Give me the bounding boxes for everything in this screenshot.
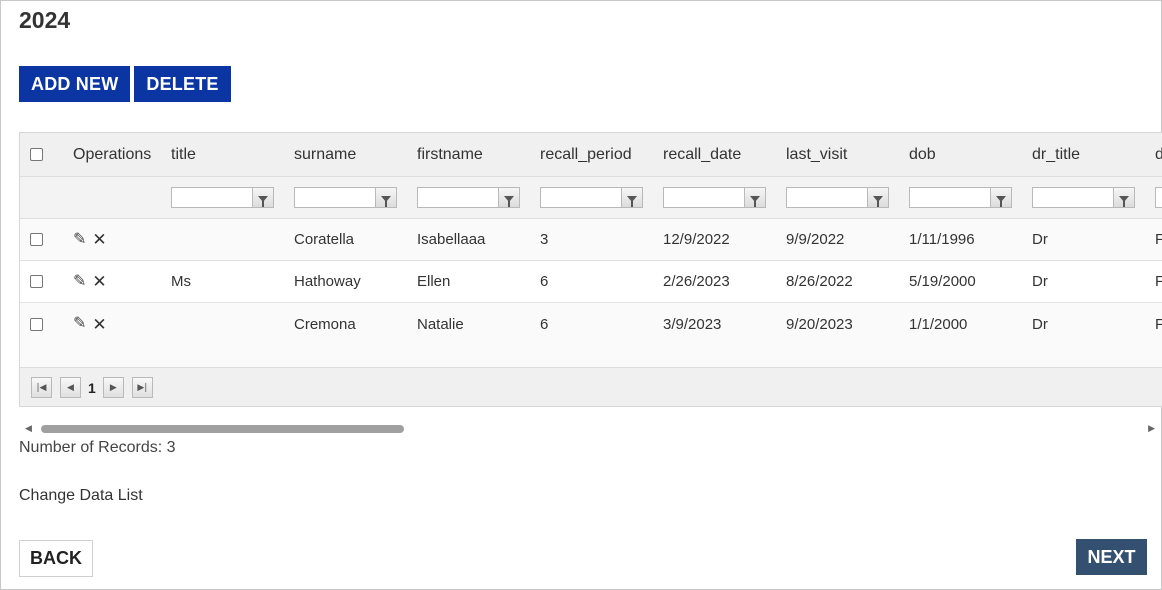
cell-surname: Hathoway [294, 273, 361, 290]
next-page-icon[interactable]: ▶ [102, 377, 124, 398]
record-count: Number of Records: 3 [19, 439, 176, 456]
cell-recall-date: 12/9/2022 [663, 231, 730, 248]
column-header-last-visit[interactable]: last_visit [786, 133, 847, 176]
prev-page-icon[interactable]: ◀ [60, 377, 81, 398]
column-header-surname[interactable]: surname [294, 133, 356, 176]
filter-input-firstname[interactable] [417, 187, 499, 208]
cell-extra: F [1155, 219, 1162, 260]
change-data-list-link[interactable]: Change Data List [19, 487, 143, 505]
filter-input-d[interactable] [1155, 187, 1162, 208]
cell-extra: F [1155, 303, 1162, 345]
row-checkbox[interactable] [30, 233, 43, 246]
delete-x-icon[interactable]: ✕ [92, 316, 106, 333]
horizontal-scrollbar[interactable]: ◀ ▶ [19, 421, 1162, 437]
row-checkbox[interactable] [30, 275, 43, 288]
select-all-checkbox[interactable] [30, 148, 43, 161]
app-frame: 2024 ADD NEW DELETE Operations title sur… [0, 0, 1162, 590]
toolbar: ADD NEW DELETE [19, 66, 231, 102]
delete-x-icon[interactable]: ✕ [92, 231, 106, 248]
filter-input-surname[interactable] [294, 187, 376, 208]
filter-input-title[interactable] [171, 187, 253, 208]
next-button[interactable]: NEXT [1076, 539, 1147, 575]
column-header-d[interactable]: d [1155, 133, 1162, 176]
cell-dob: 1/11/1996 [909, 231, 975, 248]
grid-header-row: Operations title surname firstname recal… [20, 133, 1162, 177]
table-row[interactable]: ✎ ✕ Coratella Isabellaaa 3 12/9/2022 9/9/… [20, 219, 1162, 261]
table-row[interactable]: ✎ ✕ Ms Hathoway Ellen 6 2/26/2023 8/26/20… [20, 261, 1162, 303]
current-page-number[interactable]: 1 [84, 380, 100, 396]
cell-recall-period: 6 [540, 315, 549, 333]
filter-icon[interactable] [1113, 187, 1135, 208]
filter-icon[interactable] [252, 187, 274, 208]
cell-title: Ms [171, 273, 191, 290]
cell-firstname: Ellen [417, 273, 451, 290]
cell-recall-date: 2/26/2023 [663, 273, 730, 290]
data-grid: Operations title surname firstname recal… [19, 132, 1162, 407]
table-row[interactable]: ✎ ✕ Cremona Natalie 6 3/9/2023 9/20/2023 … [20, 303, 1162, 345]
back-button[interactable]: BACK [19, 540, 93, 577]
column-header-dob[interactable]: dob [909, 133, 936, 176]
cell-last-visit: 8/26/2022 [786, 273, 853, 290]
scrollbar-thumb[interactable] [41, 425, 404, 433]
cell-dr-title: Dr [1032, 315, 1048, 333]
filter-icon[interactable] [744, 187, 766, 208]
column-header-recall-date[interactable]: recall_date [663, 133, 741, 176]
last-page-icon[interactable]: ▶| [131, 377, 153, 398]
grid-pager: |◀ ◀ 1 ▶ ▶| [20, 367, 1162, 406]
grid-filter-row [20, 177, 1162, 219]
cell-firstname: Isabellaaa [417, 231, 486, 248]
cell-recall-period: 6 [540, 273, 549, 290]
filter-icon[interactable] [498, 187, 520, 208]
column-header-title[interactable]: title [171, 133, 196, 176]
cell-surname: Cremona [294, 315, 356, 333]
delete-button[interactable]: DELETE [134, 66, 231, 102]
filter-icon[interactable] [621, 187, 643, 208]
edit-pencil-icon[interactable]: ✎ [73, 231, 86, 248]
column-header-operations: Operations [73, 145, 152, 163]
cell-last-visit: 9/20/2023 [786, 315, 853, 333]
edit-pencil-icon[interactable]: ✎ [73, 273, 86, 290]
column-header-dr-title[interactable]: dr_title [1032, 133, 1080, 176]
filter-input-dr-title[interactable] [1032, 187, 1114, 208]
delete-x-icon[interactable]: ✕ [92, 273, 106, 290]
filter-input-recall-period[interactable] [540, 187, 622, 208]
filter-input-recall-date[interactable] [663, 187, 745, 208]
filter-input-dob[interactable] [909, 187, 991, 208]
filter-icon[interactable] [990, 187, 1012, 208]
cell-last-visit: 9/9/2022 [786, 231, 845, 248]
cell-extra: F [1155, 261, 1162, 302]
filter-icon[interactable] [375, 187, 397, 208]
add-new-button[interactable]: ADD NEW [19, 66, 131, 102]
cell-recall-period: 3 [540, 231, 549, 248]
first-page-icon[interactable]: |◀ [31, 377, 52, 398]
cell-surname: Coratella [294, 231, 355, 248]
scroll-left-arrow-icon[interactable]: ◀ [25, 424, 32, 434]
column-header-recall-period[interactable]: recall_period [540, 133, 632, 176]
filter-icon[interactable] [867, 187, 889, 208]
cell-dr-title: Dr [1032, 231, 1048, 248]
column-header-firstname[interactable]: firstname [417, 133, 483, 176]
cell-recall-date: 3/9/2023 [663, 315, 722, 333]
cell-dob: 5/19/2000 [909, 273, 976, 290]
scroll-right-arrow-icon[interactable]: ▶ [1148, 424, 1155, 434]
cell-dob: 1/1/2000 [909, 315, 968, 333]
cell-firstname: Natalie [417, 315, 464, 333]
edit-pencil-icon[interactable]: ✎ [73, 316, 86, 332]
row-checkbox[interactable] [30, 317, 43, 331]
filter-input-last-visit[interactable] [786, 187, 868, 208]
page-title: 2024 [19, 7, 71, 33]
cell-dr-title: Dr [1032, 273, 1048, 290]
